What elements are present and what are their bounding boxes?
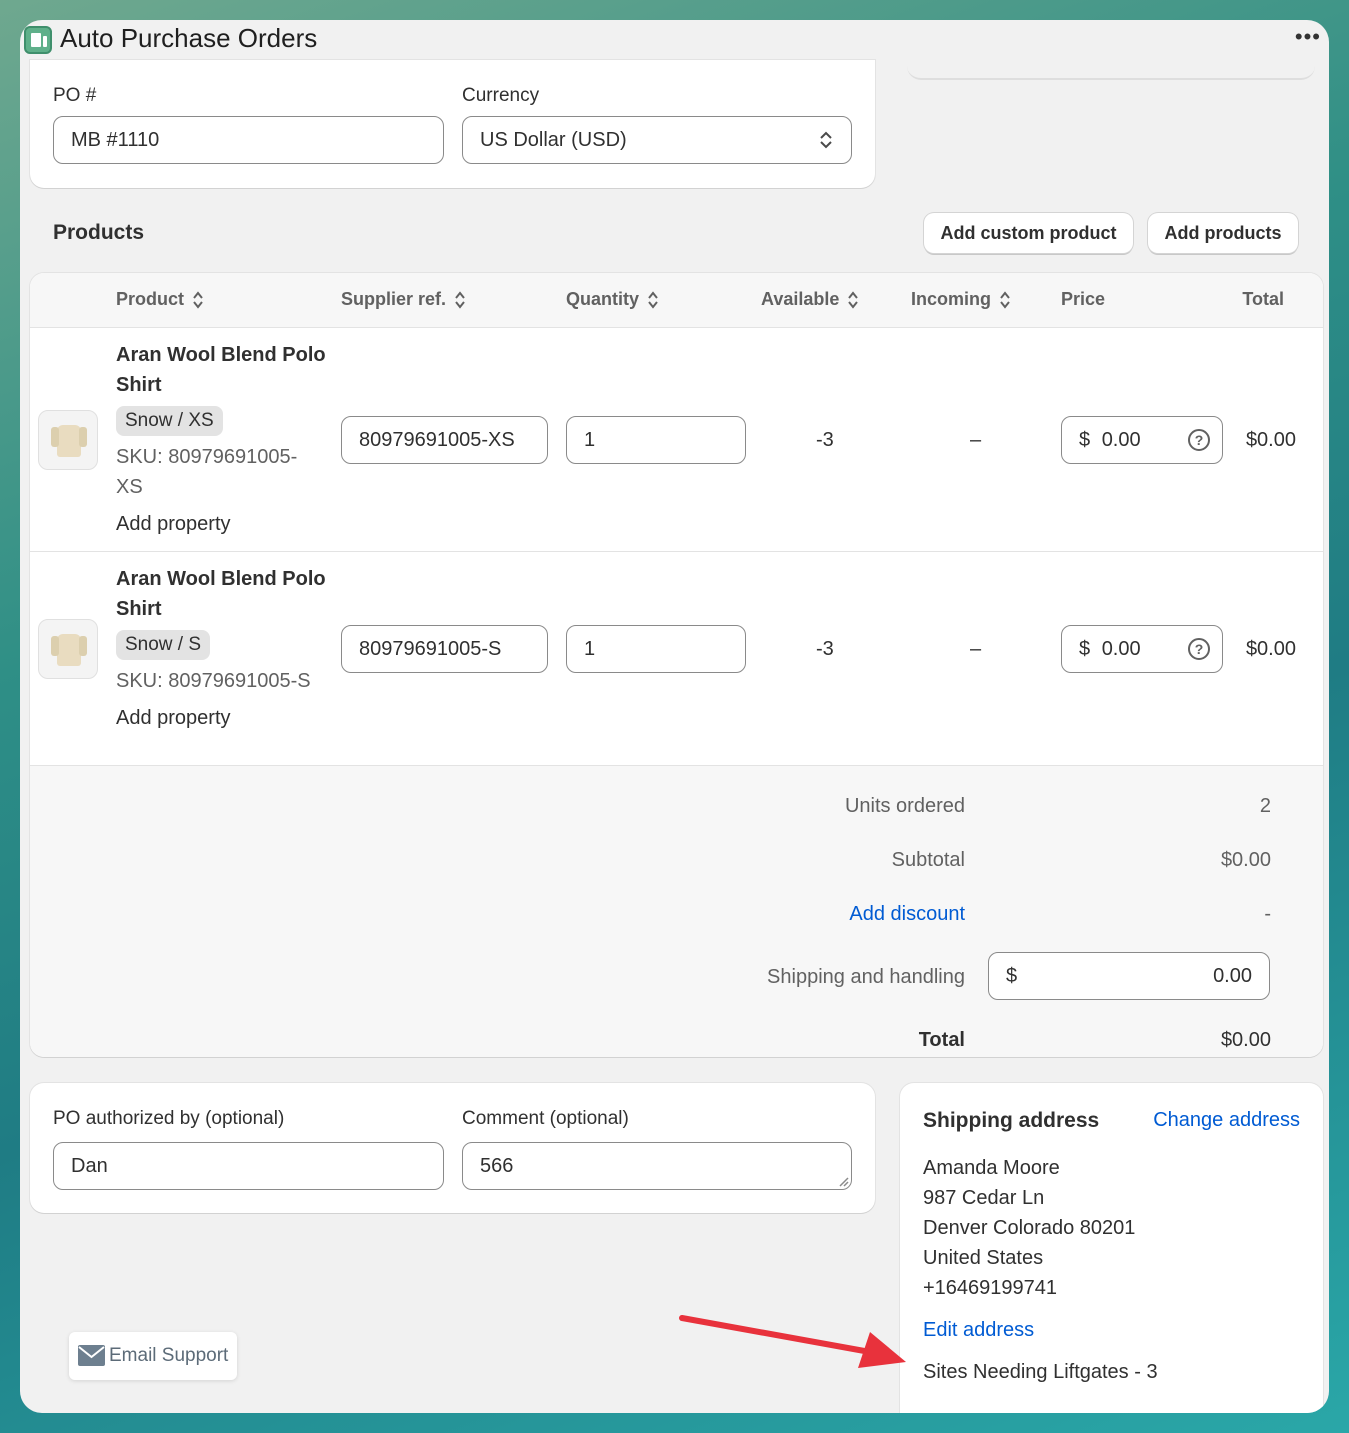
incoming-value: – [970, 429, 982, 451]
supplier-ref-input[interactable]: 80979691005-XS [341, 416, 548, 464]
price-value: 0.00 [1101, 638, 1141, 660]
address-country: United States [923, 1247, 1044, 1269]
product-name-line: Aran Wool Blend Polo [116, 568, 326, 590]
subtotal-value: $0.00 [1220, 849, 1271, 871]
column-header-quantity[interactable]: Quantity [566, 289, 659, 310]
add-products-button[interactable]: Add products [1148, 213, 1298, 253]
edit-address-link[interactable]: Edit address [923, 1319, 1034, 1342]
shipping-address-card: Shipping address Change address Amanda M… [900, 1083, 1323, 1413]
address-phone: +16469199741 [923, 1277, 1058, 1299]
total-label: Total [918, 1029, 965, 1051]
product-name-line: Shirt [116, 374, 162, 396]
subtotal-label: Subtotal [891, 849, 965, 871]
select-chevron-icon [820, 131, 832, 149]
variant-badge: Snow / XS [116, 406, 223, 436]
quantity-input[interactable]: 1 [566, 625, 746, 673]
po-notes-card: PO authorized by (optional) Dan Comment … [30, 1083, 875, 1213]
product-thumbnail [38, 619, 98, 679]
envelope-icon [78, 1345, 105, 1366]
help-icon[interactable]: ? [1188, 429, 1210, 451]
supplier-ref-input[interactable]: 80979691005-S [341, 625, 548, 673]
comment-label: Comment (optional) [462, 1108, 629, 1129]
sort-icon [193, 291, 203, 309]
sort-icon [455, 291, 465, 309]
currency-selected-value: US Dollar (USD) [480, 129, 627, 151]
currency-symbol: $ [1079, 429, 1091, 451]
po-number-label: PO # [53, 85, 97, 106]
products-title: Products [53, 221, 145, 244]
sort-icon [1000, 291, 1010, 309]
column-header-available[interactable]: Available [761, 289, 859, 310]
currency-label: Currency [462, 85, 540, 106]
available-value: -3 [816, 429, 834, 451]
shipping-address-title: Shipping address [923, 1109, 1100, 1132]
price-value: 0.00 [1101, 429, 1141, 451]
incoming-value: – [970, 638, 982, 660]
email-support-button[interactable]: Email Support [69, 1332, 237, 1380]
annotation-arrow [679, 1315, 906, 1368]
order-summary: Units ordered 2 Subtotal $0.00 Add disco… [30, 766, 1323, 1057]
email-support-label: Email Support [109, 1345, 229, 1366]
authorized-by-input[interactable]: Dan [53, 1142, 444, 1190]
add-property-link[interactable]: Add property [116, 509, 231, 539]
table-row: Aran Wool Blend Polo Shirt Snow / S SKU:… [30, 552, 1323, 766]
sku-text: XS [116, 476, 143, 498]
comment-value: 566 [480, 1155, 514, 1177]
discount-value: - [1264, 903, 1271, 925]
column-header-price: Price [1061, 289, 1106, 309]
app-title: Auto Purchase Orders [60, 23, 318, 53]
price-input[interactable]: $ 0.00 ? [1061, 625, 1223, 673]
products-table-card: Product Supplier ref. Quantity Available… [30, 273, 1323, 1057]
shipping-handling-label: Shipping and handling [767, 966, 965, 988]
more-options-icon[interactable]: ••• [1295, 24, 1321, 50]
add-discount-link[interactable]: Add discount [849, 903, 965, 926]
sku-text: SKU: 80979691005-S [116, 670, 311, 692]
shipping-handling-input[interactable]: $ 0.00 [988, 952, 1270, 1000]
table-row: Aran Wool Blend Polo Shirt Snow / XS SKU… [30, 328, 1323, 552]
table-header-row: Product Supplier ref. Quantity Available… [30, 273, 1323, 328]
product-thumbnail [38, 410, 98, 470]
row-total: $0.00 [1245, 638, 1296, 660]
variant-badge: Snow / S [116, 630, 211, 660]
row-total: $0.00 [1245, 429, 1296, 451]
shipping-value: 0.00 [1213, 965, 1252, 987]
sku-text: SKU: 80979691005- [116, 446, 298, 468]
po-number-input[interactable]: MB #1110 [53, 116, 444, 164]
help-icon[interactable]: ? [1188, 638, 1210, 660]
app-logo-icon [24, 26, 52, 54]
right-card-bottom-edge [907, 60, 1315, 80]
column-header-incoming[interactable]: Incoming [911, 289, 1011, 310]
price-input[interactable]: $ 0.00 ? [1061, 416, 1223, 464]
units-ordered-value: 2 [1259, 795, 1271, 817]
product-name-line: Aran Wool Blend Polo [116, 344, 326, 366]
units-ordered-label: Units ordered [844, 795, 965, 817]
sort-icon [848, 291, 859, 309]
total-value: $0.00 [1220, 1029, 1271, 1051]
column-header-product[interactable]: Product [116, 289, 204, 310]
address-note: Sites Needing Liftgates - 3 [923, 1361, 1158, 1383]
sort-icon [648, 291, 658, 309]
column-header-supplier-ref[interactable]: Supplier ref. [341, 289, 466, 310]
change-address-link[interactable]: Change address [1153, 1109, 1300, 1132]
currency-select[interactable]: US Dollar (USD) [462, 116, 852, 164]
quantity-input[interactable]: 1 [566, 416, 746, 464]
add-custom-product-button[interactable]: Add custom product [924, 213, 1133, 253]
authorized-by-label: PO authorized by (optional) [53, 1108, 285, 1129]
currency-symbol: $ [1079, 638, 1091, 660]
comment-textarea[interactable]: 566 [462, 1142, 852, 1190]
product-name-line: Shirt [116, 598, 162, 620]
address-name: Amanda Moore [923, 1157, 1060, 1179]
column-header-total: Total [1242, 289, 1284, 309]
resize-handle-icon[interactable] [837, 1175, 849, 1187]
app-window: Auto Purchase Orders ••• PO # MB #1110 C… [20, 20, 1329, 1413]
address-city: Denver Colorado 80201 [923, 1217, 1136, 1239]
currency-symbol: $ [1006, 965, 1018, 987]
po-details-card: PO # MB #1110 Currency US Dollar (USD) [30, 60, 875, 188]
available-value: -3 [816, 638, 834, 660]
add-property-link[interactable]: Add property [116, 703, 231, 733]
address-street: 987 Cedar Ln [923, 1187, 1045, 1209]
